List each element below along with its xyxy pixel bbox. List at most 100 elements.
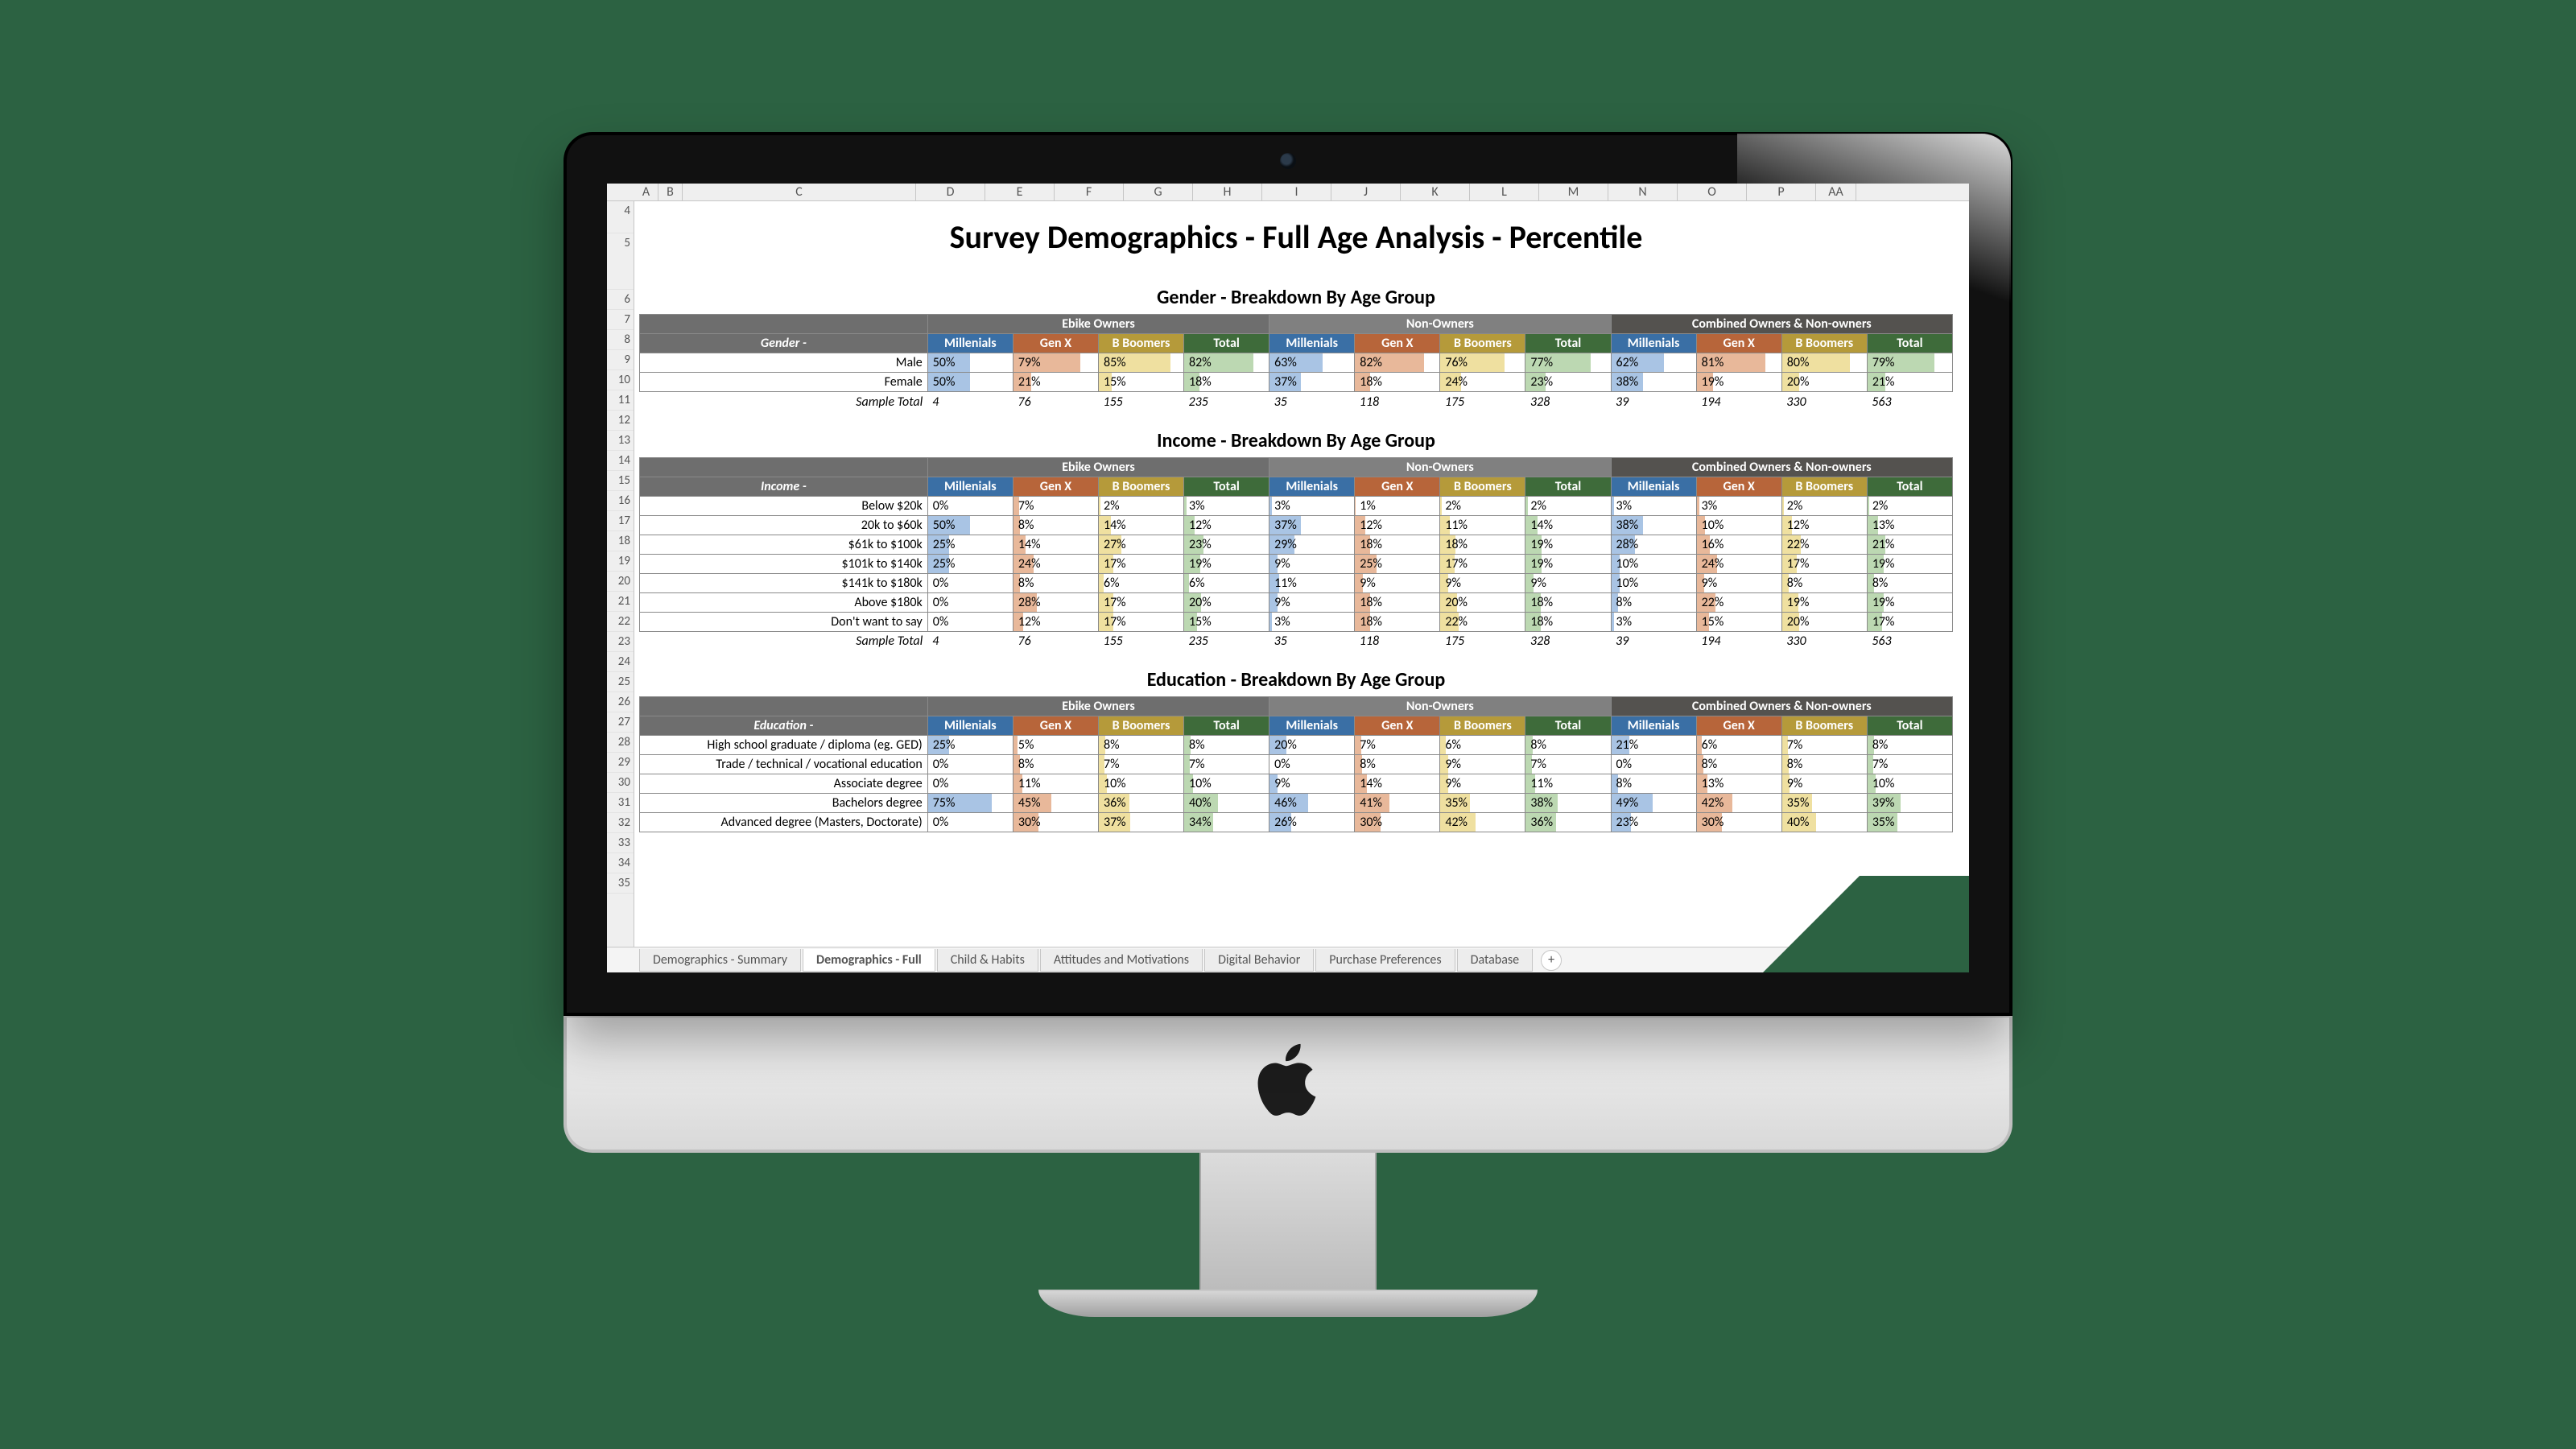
sheet-content[interactable]: Survey Demographics - Full Age Analysis … [634, 201, 1969, 947]
sheet-tab[interactable]: Digital Behavior [1204, 949, 1314, 972]
row-header-14[interactable]: 14 [607, 451, 634, 471]
value-cell: 40% [1184, 794, 1269, 813]
row-header-31[interactable]: 31 [607, 793, 634, 813]
row-header-29[interactable]: 29 [607, 753, 634, 773]
column-header-G[interactable]: G [1124, 184, 1193, 201]
value-cell: 20% [1781, 612, 1867, 631]
row-header-7[interactable]: 7 [607, 310, 634, 330]
row-header-25[interactable]: 25 [607, 672, 634, 692]
row-header-10[interactable]: 10 [607, 370, 634, 390]
row-header-6[interactable]: 6 [607, 290, 634, 310]
value-cell: 0% [927, 755, 1013, 774]
group-header: Ebike Owners [927, 457, 1269, 477]
subgroup-header: Millenials [1269, 716, 1355, 736]
row-headers[interactable]: 4567891011121314151617181920212223242526… [607, 201, 634, 947]
column-header-O[interactable]: O [1678, 184, 1747, 201]
row-header-24[interactable]: 24 [607, 652, 634, 672]
row-header-15[interactable]: 15 [607, 471, 634, 491]
subgroup-header: B Boomers [1781, 477, 1867, 496]
value-cell: 0% [927, 813, 1013, 832]
row-label: Advanced degree (Masters, Doctorate) [640, 813, 928, 832]
row-header-32[interactable]: 32 [607, 813, 634, 833]
value-cell: 2% [1867, 496, 1952, 515]
column-header-D[interactable]: D [916, 184, 985, 201]
row-header-4[interactable]: 4 [607, 201, 634, 233]
value-cell: 21% [1611, 736, 1696, 755]
value-cell: 38% [1611, 373, 1696, 392]
monitor-stand-neck [1199, 1153, 1377, 1290]
row-header-9[interactable]: 9 [607, 350, 634, 370]
row-header-33[interactable]: 33 [607, 833, 634, 853]
column-header-M[interactable]: M [1539, 184, 1608, 201]
column-header-A[interactable]: A [634, 184, 658, 201]
value-cell: 19% [1867, 592, 1952, 612]
column-header-I[interactable]: I [1262, 184, 1331, 201]
row-header-8[interactable]: 8 [607, 330, 634, 350]
subgroup-header: Gen X [1355, 477, 1440, 496]
value-cell: 6% [1184, 573, 1269, 592]
column-header-L[interactable]: L [1470, 184, 1539, 201]
column-headers[interactable]: ABCDEFGHIJKLMNOPAA [607, 184, 1969, 201]
sheet-tab[interactable]: Child & Habits [937, 949, 1038, 972]
value-cell: 8% [1781, 573, 1867, 592]
value-cell: 24% [1013, 554, 1098, 573]
sheet-tab[interactable]: Demographics - Full [803, 949, 935, 972]
subgroup-header: Gen X [1013, 477, 1098, 496]
value-cell: 20% [1184, 592, 1269, 612]
row-label: $101k to $140k [640, 554, 928, 573]
row-header-20[interactable]: 20 [607, 572, 634, 592]
dimension-label: Gender - [640, 334, 928, 353]
sheet-tab[interactable]: Demographics - Summary [639, 949, 801, 972]
column-header-J[interactable]: J [1331, 184, 1401, 201]
sheet-tab[interactable]: Attitudes and Motivations [1040, 949, 1203, 972]
column-header-E[interactable]: E [985, 184, 1055, 201]
column-header-B[interactable]: B [658, 184, 683, 201]
group-header: Ebike Owners [927, 697, 1269, 716]
value-cell: 37% [1269, 515, 1355, 535]
row-header-22[interactable]: 22 [607, 612, 634, 632]
row-header-12[interactable]: 12 [607, 411, 634, 431]
group-header: Non-Owners [1269, 457, 1611, 477]
subgroup-header: Gen X [1013, 716, 1098, 736]
column-header-H[interactable]: H [1193, 184, 1262, 201]
value-cell: 20% [1440, 592, 1525, 612]
row-header-35[interactable]: 35 [607, 873, 634, 894]
sheet-tab[interactable]: Database [1457, 949, 1533, 972]
row-header-21[interactable]: 21 [607, 592, 634, 612]
row-header-23[interactable]: 23 [607, 632, 634, 652]
value-cell: 11% [1013, 774, 1098, 794]
value-cell: 62% [1611, 353, 1696, 373]
row-header-30[interactable]: 30 [607, 773, 634, 793]
row-header-27[interactable]: 27 [607, 712, 634, 733]
column-header-P[interactable]: P [1747, 184, 1816, 201]
row-header-19[interactable]: 19 [607, 551, 634, 572]
column-header-N[interactable]: N [1608, 184, 1678, 201]
value-cell: 14% [1525, 515, 1611, 535]
value-cell: 50% [927, 373, 1013, 392]
value-cell: 9% [1696, 573, 1781, 592]
add-sheet-button[interactable]: + [1541, 950, 1562, 971]
row-header-17[interactable]: 17 [607, 511, 634, 531]
row-header-13[interactable]: 13 [607, 431, 634, 451]
row-header-16[interactable]: 16 [607, 491, 634, 511]
value-cell: 24% [1696, 554, 1781, 573]
row-header-26[interactable]: 26 [607, 692, 634, 712]
column-header-C[interactable]: C [683, 184, 916, 201]
row-header-34[interactable]: 34 [607, 853, 634, 873]
sheet-tab-bar[interactable]: Demographics - SummaryDemographics - Ful… [607, 947, 1969, 972]
row-header-5[interactable]: 5 [607, 233, 634, 290]
row-header-18[interactable]: 18 [607, 531, 634, 551]
value-cell: 8% [1184, 736, 1269, 755]
column-header-F[interactable]: F [1055, 184, 1124, 201]
row-header-28[interactable]: 28 [607, 733, 634, 753]
value-cell: 8% [1696, 755, 1781, 774]
value-cell: 9% [1525, 573, 1611, 592]
value-cell: 23% [1611, 813, 1696, 832]
subgroup-header: Millenials [1269, 334, 1355, 353]
value-cell: 28% [1013, 592, 1098, 612]
row-header-11[interactable]: 11 [607, 390, 634, 411]
column-header-AA[interactable]: AA [1816, 184, 1856, 201]
sheet-tab[interactable]: Purchase Preferences [1315, 949, 1455, 972]
value-cell: 82% [1184, 353, 1269, 373]
column-header-K[interactable]: K [1401, 184, 1470, 201]
